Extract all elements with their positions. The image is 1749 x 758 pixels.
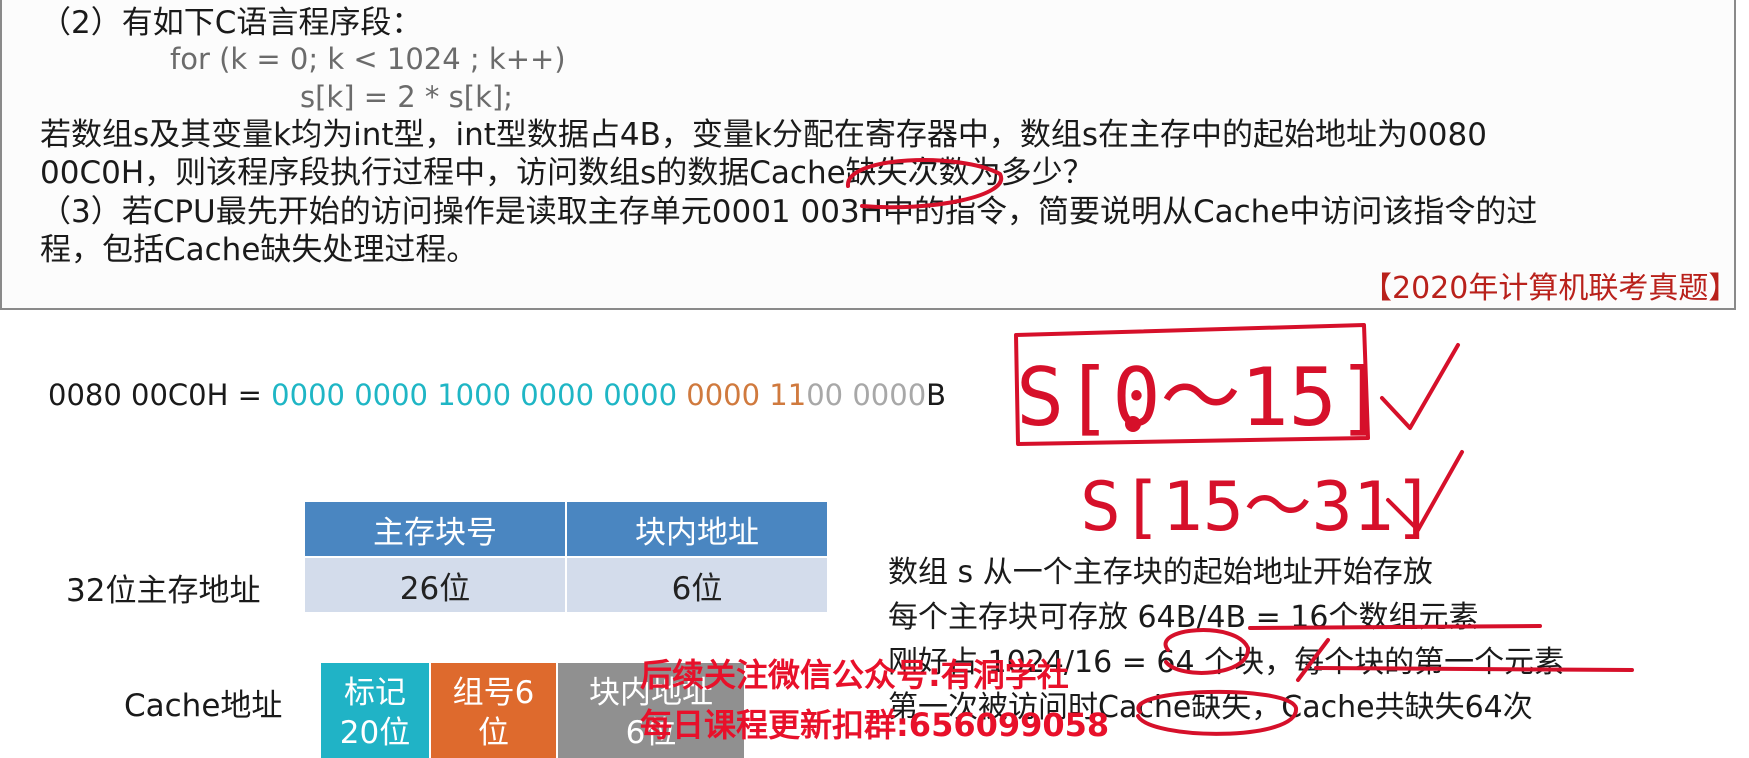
handwriting-line-1: S[0～15]	[1016, 351, 1385, 444]
ink-circle-64	[1163, 628, 1251, 675]
handwriting-line-2: S[15～31]	[1080, 468, 1435, 547]
ink-slash	[1296, 638, 1330, 682]
ink-check-1	[1380, 343, 1460, 430]
watermark-line-2: 每日课程更新扣群:656099058	[640, 706, 1110, 744]
ink-underline-2	[1314, 666, 1634, 672]
watermark-line-1: 后续关注微信公众号:有洞学社	[640, 656, 1069, 694]
ink-circle-cache-notes	[1136, 689, 1298, 736]
ink-underline-1	[1248, 624, 1542, 630]
handwriting-layer: S[0～15] S[15～31]	[846, 158, 1634, 736]
ink-circle-cache-question	[846, 158, 1004, 210]
